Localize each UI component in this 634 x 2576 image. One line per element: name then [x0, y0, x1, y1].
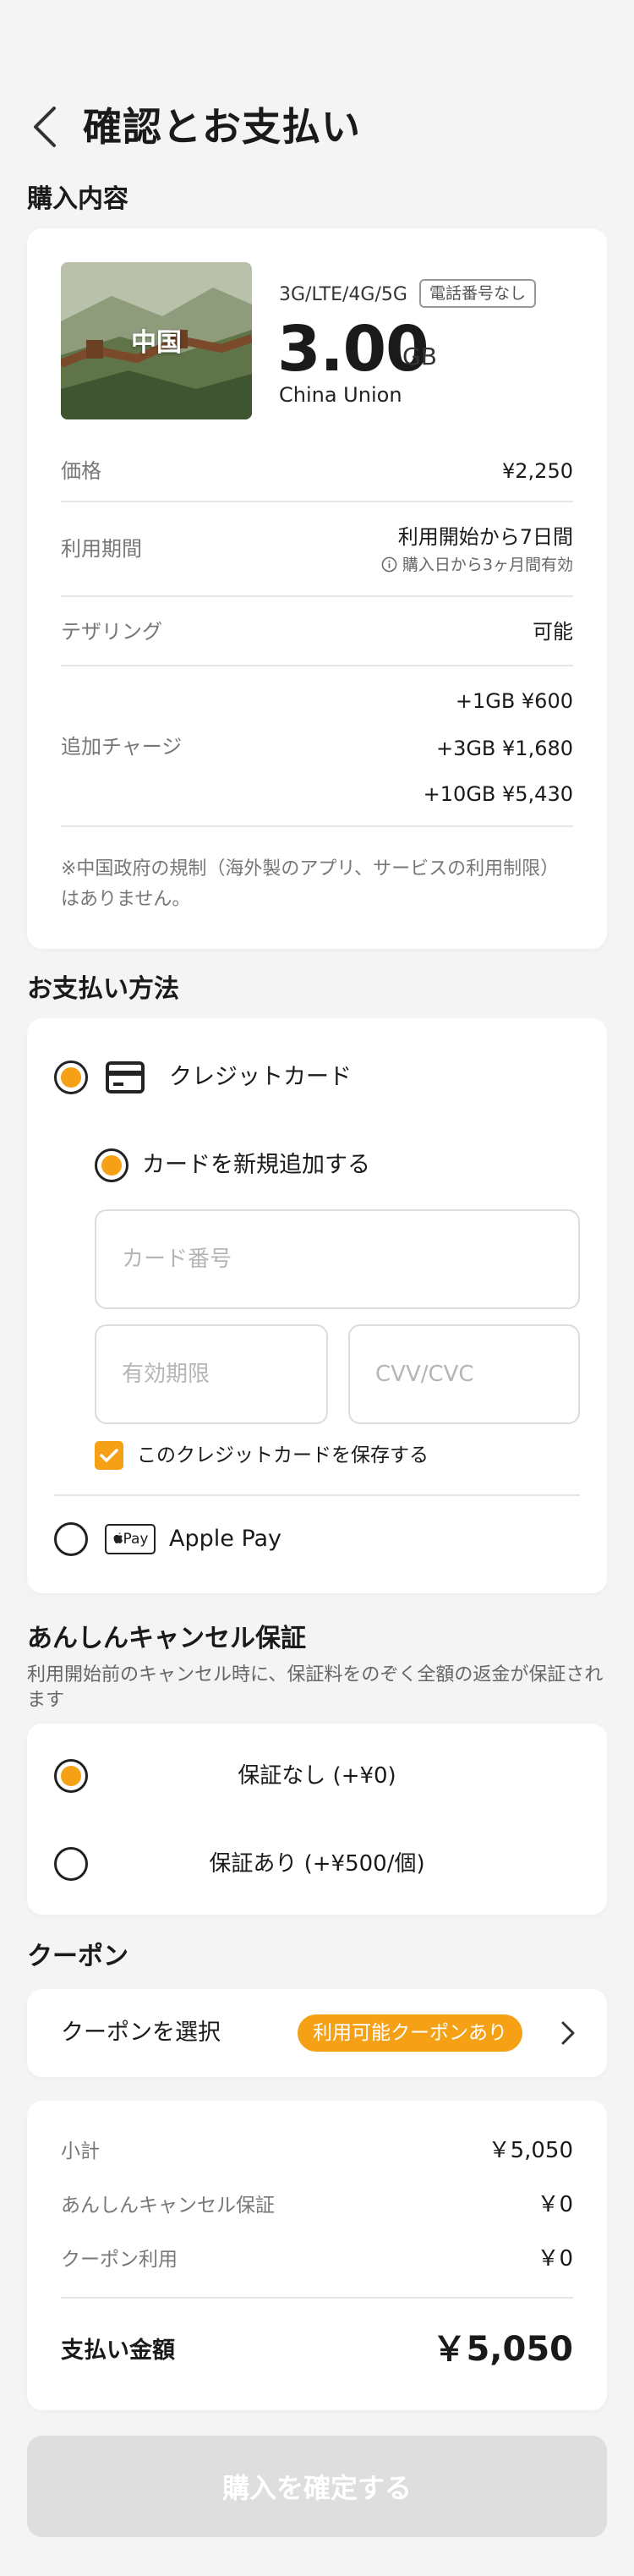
addon-10gb: +10GB ¥5,430 — [423, 782, 573, 806]
purchase-card: 中国 3G/LTE/4G/5G 電話番号なし 3.00 GB China Uni… — [27, 228, 607, 949]
save-card-checkbox[interactable] — [95, 1441, 123, 1470]
card-number-placeholder: カード番号 — [122, 1247, 232, 1272]
add-new-card-label[interactable]: カードを新規追加する — [142, 1148, 370, 1182]
card-number-input[interactable]: カード番号 — [95, 1209, 580, 1309]
confirm-purchase-button[interactable]: 購入を確定する — [27, 2436, 607, 2537]
price-label: 価格 — [61, 459, 101, 483]
no-phone-number-badge: 電話番号なし — [419, 279, 537, 308]
period-label: 利用期間 — [61, 537, 142, 561]
addon-3gb: +3GB ¥1,680 — [435, 737, 573, 760]
cvv-placeholder: CVV/CVC — [375, 1362, 474, 1387]
header: 確認とお支払い — [0, 0, 634, 169]
expiry-input[interactable]: 有効期限 — [95, 1324, 328, 1424]
coupon-select-label[interactable]: クーポンを選択 — [61, 2016, 221, 2050]
data-unit: GB — [402, 343, 437, 370]
carrier-name: China Union — [279, 383, 402, 407]
cancel-guarantee-note: 利用開始前のキャンセル時に、保証料をのぞく全額の返金が保証されます — [27, 1664, 604, 1711]
page-title: 確認とお支払い — [83, 104, 361, 150]
info-icon — [381, 556, 397, 573]
apple-pay-badge: Pay — [105, 1524, 156, 1554]
payment-heading: お支払い方法 — [27, 974, 179, 1004]
check-icon — [100, 1449, 118, 1462]
price-row: 価格 ¥2,250 — [61, 450, 573, 502]
tethering-row: テザリング 可能 — [61, 597, 573, 666]
addon-1gb: +1GB ¥600 — [455, 689, 573, 713]
tethering-label: テザリング — [61, 620, 162, 644]
period-sub-text: 購入日から3ヶ月間有効 — [402, 556, 573, 574]
addon-row: 追加チャージ +1GB ¥600 +3GB ¥1,680 +10GB ¥5,43… — [61, 666, 573, 827]
credit-card-icon — [106, 1061, 145, 1093]
period-row: 利用期間 利用開始から7日間 購入日から3ヶ月間有効 — [61, 502, 573, 597]
payment-card: クレジットカード カードを新規追加する カード番号 有効期限 CVV/CVC こ… — [27, 1018, 607, 1593]
save-card-label[interactable]: このクレジットカードを保存する — [137, 1439, 429, 1472]
apple-logo-icon — [113, 1532, 123, 1544]
guarantee-fee-value: ￥0 — [537, 2192, 573, 2217]
cvv-input[interactable]: CVV/CVC — [348, 1324, 580, 1424]
summary-card: 小計 ￥5,050 あんしんキャンセル保証 ￥0 クーポン利用 ￥0 支払い金額… — [27, 2101, 607, 2410]
guarantee-with-label[interactable]: 保証あり (+¥500/個) — [27, 1847, 607, 1881]
expiry-placeholder: 有効期限 — [122, 1362, 210, 1387]
price-value: ¥2,250 — [502, 459, 573, 483]
payment-divider — [54, 1494, 580, 1496]
coupon-select-row[interactable]: クーポンを選択 利用可能クーポンあり — [27, 1989, 607, 2077]
guarantee-none-label[interactable]: 保証なし (+¥0) — [27, 1759, 607, 1793]
total-label: 支払い金額 — [61, 2338, 175, 2364]
network-types: 3G/LTE/4G/5G — [279, 284, 407, 305]
period-value: 利用開始から7日間 — [397, 525, 573, 549]
subtotal-label: 小計 — [61, 2140, 100, 2162]
apple-pay-radio[interactable] — [54, 1522, 88, 1556]
regulation-note: ※中国政府の規制（海外製のアプリ、サービスの利用制限）はありません。 — [61, 858, 560, 910]
back-chevron-icon[interactable] — [29, 105, 63, 149]
coupon-available-badge: 利用可能クーポンあり — [298, 2014, 522, 2052]
credit-card-label[interactable]: クレジットカード — [169, 1061, 352, 1094]
cancel-guarantee-heading: あんしんキャンセル保証 — [27, 1624, 306, 1653]
guarantee-fee-label: あんしんキャンセル保証 — [61, 2195, 275, 2217]
cancel-guarantee-card: 保証なし (+¥0) 保証あり (+¥500/個) — [27, 1724, 607, 1915]
apple-pay-badge-text: Pay — [123, 1531, 149, 1548]
plan-thumbnail: 中国 — [61, 262, 252, 419]
subtotal-value: ￥5,050 — [488, 2138, 573, 2163]
coupon-discount-value: ￥0 — [537, 2246, 573, 2272]
credit-card-radio[interactable] — [54, 1061, 88, 1094]
addon-label: 追加チャージ — [61, 735, 183, 759]
period-validity: 購入日から3ヶ月間有効 — [381, 553, 573, 577]
chevron-right-icon[interactable] — [560, 2020, 577, 2047]
coupon-discount-label: クーポン利用 — [61, 2249, 178, 2271]
thumbnail-label: 中国 — [131, 328, 182, 358]
total-value: ￥5,050 — [432, 2330, 573, 2369]
apple-pay-label[interactable]: Apple Pay — [169, 1522, 281, 1556]
purchase-heading: 購入内容 — [27, 184, 128, 214]
add-new-card-radio[interactable] — [95, 1148, 128, 1182]
tethering-value: 可能 — [533, 620, 573, 644]
summary-divider — [61, 2297, 573, 2299]
coupon-heading: クーポン — [27, 1942, 128, 1971]
